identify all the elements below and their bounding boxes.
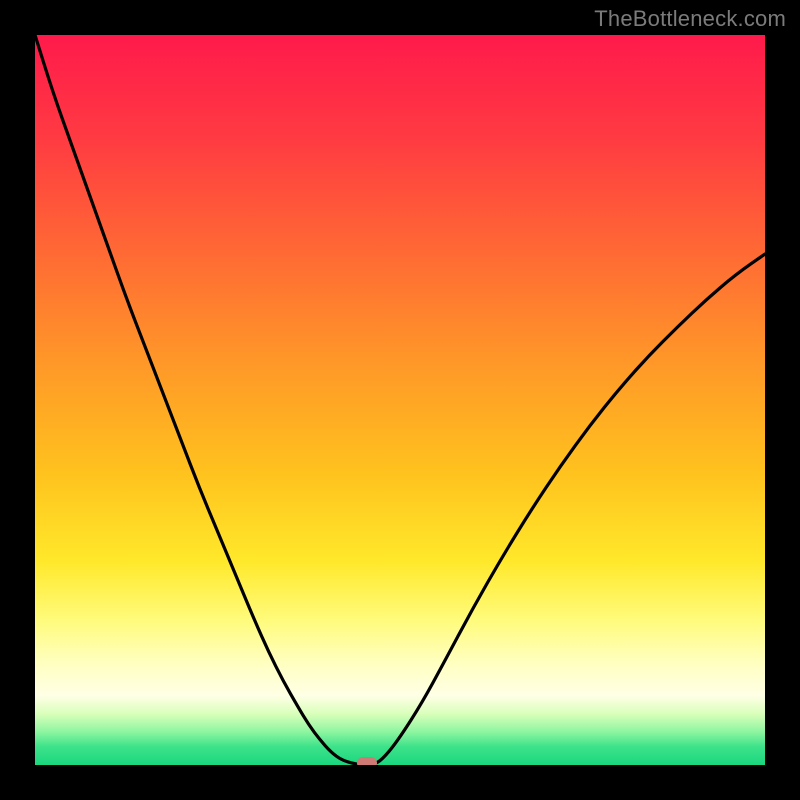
optimal-marker — [357, 757, 377, 765]
watermark-text: TheBottleneck.com — [594, 6, 786, 32]
bottleneck-curve — [35, 35, 765, 765]
curve-layer — [35, 35, 765, 765]
chart-frame: TheBottleneck.com — [0, 0, 800, 800]
plot-area — [35, 35, 765, 765]
